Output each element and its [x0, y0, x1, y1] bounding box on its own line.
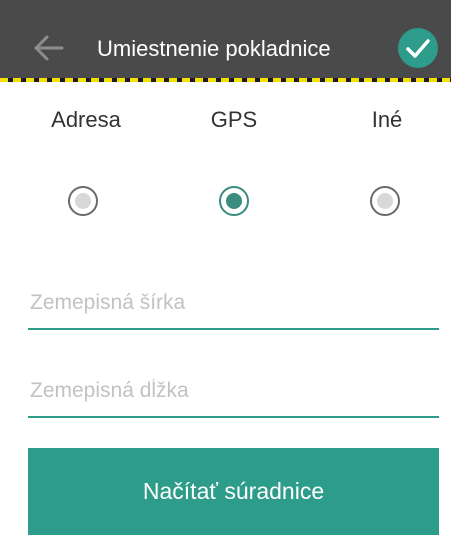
latitude-field [28, 278, 439, 330]
longitude-input[interactable] [30, 374, 430, 408]
app-screen: Umiestnenie pokladnice Adresa GPS Iné Na… [0, 0, 451, 535]
radio-dot [75, 193, 91, 209]
check-icon [406, 39, 430, 58]
arrow-left-icon [34, 35, 64, 61]
radio-dot-selected [226, 193, 242, 209]
radio-adresa[interactable] [68, 186, 98, 216]
back-button[interactable] [30, 28, 70, 68]
option-label-ine: Iné [371, 107, 403, 132]
header-divider-stripe [0, 78, 451, 82]
latitude-input[interactable] [30, 286, 430, 320]
option-label-adresa: Adresa [51, 107, 121, 132]
load-coordinates-button[interactable]: Načítať súradnice [28, 448, 439, 535]
confirm-button[interactable] [398, 28, 438, 68]
longitude-field [28, 366, 439, 418]
radio-dot [377, 193, 393, 209]
radio-gps[interactable] [219, 186, 249, 216]
option-label-gps: GPS [210, 107, 258, 132]
radio-ine[interactable] [370, 186, 400, 216]
page-title: Umiestnenie pokladnice [97, 36, 331, 61]
top-bar: Umiestnenie pokladnice [0, 0, 451, 80]
